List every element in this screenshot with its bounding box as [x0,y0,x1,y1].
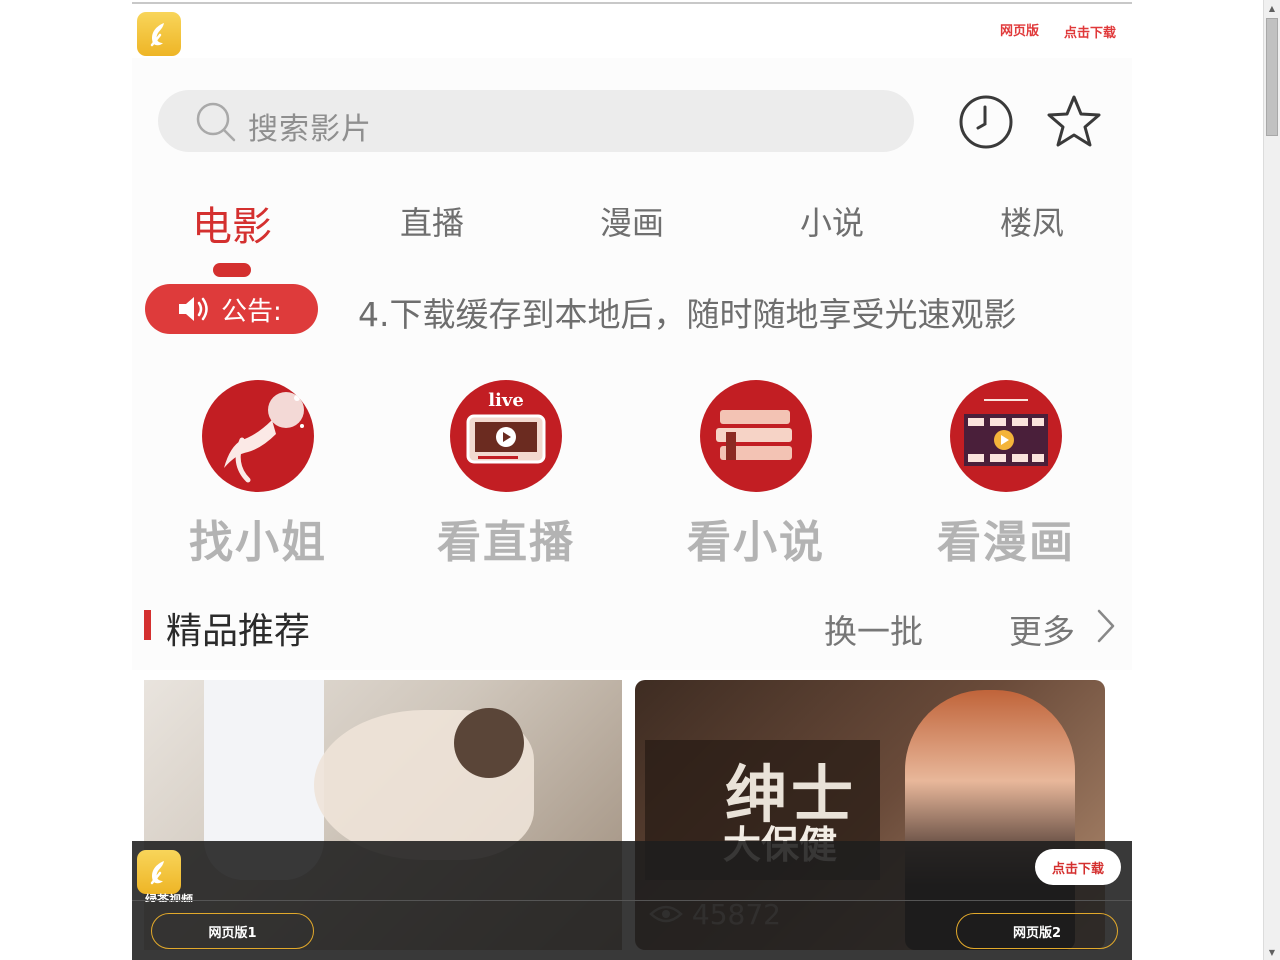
active-tab-indicator [213,263,251,277]
category-comics[interactable]: 看漫画 [906,380,1106,570]
tab-live[interactable]: 直播 [362,198,502,244]
category-escort[interactable]: 找小姐 [158,380,358,570]
tab-comics[interactable]: 漫画 [562,198,702,244]
tab-escort[interactable]: 楼凤 [962,198,1102,244]
section-title: 精品推荐 [166,611,311,652]
banner-divider [132,900,1132,901]
download-link[interactable]: 点击下载 [1064,22,1116,41]
web-version-link[interactable]: 网页版 [1000,20,1039,39]
web-version-2-button[interactable]: 网页版2 [956,913,1118,949]
search-icon [196,102,236,142]
flame-leaf-icon [150,861,164,885]
download-banner: 绿茶视频 点击下载 网页版1 网页版2 [132,841,1132,960]
category-label: 找小姐 [189,517,327,568]
scroll-down-arrow-icon[interactable]: ▼ [1264,944,1280,960]
section-marker [144,610,151,640]
banner-app-logo [137,850,181,894]
notice-badge-label: 公告: [221,296,282,327]
category-label: 看直播 [437,517,575,568]
tab-novels[interactable]: 小说 [762,198,902,244]
refresh-button[interactable]: 换一批 [824,605,923,653]
category-live[interactable]: live 看直播 [406,380,606,570]
books-icon [700,380,812,492]
top-divider [132,2,1132,4]
app-logo[interactable] [137,12,181,56]
tab-movies[interactable]: 电影 [162,194,302,252]
notice-badge: 公告: [145,284,318,334]
landing-page: 网页版 点击下载 搜索影片 电影 直播 漫画 小说 楼凤 公告: 4.下载缓存到… [132,0,1132,960]
banner-download-button[interactable]: 点击下载 [1035,849,1121,885]
live-icon-text: live [488,390,524,411]
search-bar[interactable]: 搜索影片 [158,90,914,152]
search-placeholder: 搜索影片 [248,112,372,147]
vertical-scrollbar[interactable]: ▲ ▼ [1263,0,1280,960]
chevron-right-icon[interactable] [1094,608,1118,644]
app-preview: 搜索影片 电影 直播 漫画 小说 楼凤 公告: 4.下载缓存到本地后，随时随地享… [132,58,1132,670]
scrollbar-thumb[interactable] [1266,18,1278,136]
category-novels[interactable]: 看小说 [656,380,856,570]
web-version-1-button[interactable]: 网页版1 [151,913,314,949]
live-tv-icon: live [450,380,562,492]
scroll-up-arrow-icon[interactable]: ▲ [1264,0,1280,16]
thumbnail-figure [454,708,524,778]
category-label: 看小说 [687,517,825,568]
favorite-star-icon[interactable] [1044,92,1104,152]
speaker-icon [179,297,208,321]
woman-figure-icon [202,380,314,492]
flame-leaf-icon [150,23,164,47]
history-clock-icon[interactable] [958,94,1014,150]
notice-text[interactable]: 4.下载缓存到本地后，随时随地享受光速观影 [358,288,1017,336]
category-label: 看漫画 [937,517,1075,568]
film-strip-icon [950,380,1062,492]
more-button[interactable]: 更多 [1009,605,1075,653]
